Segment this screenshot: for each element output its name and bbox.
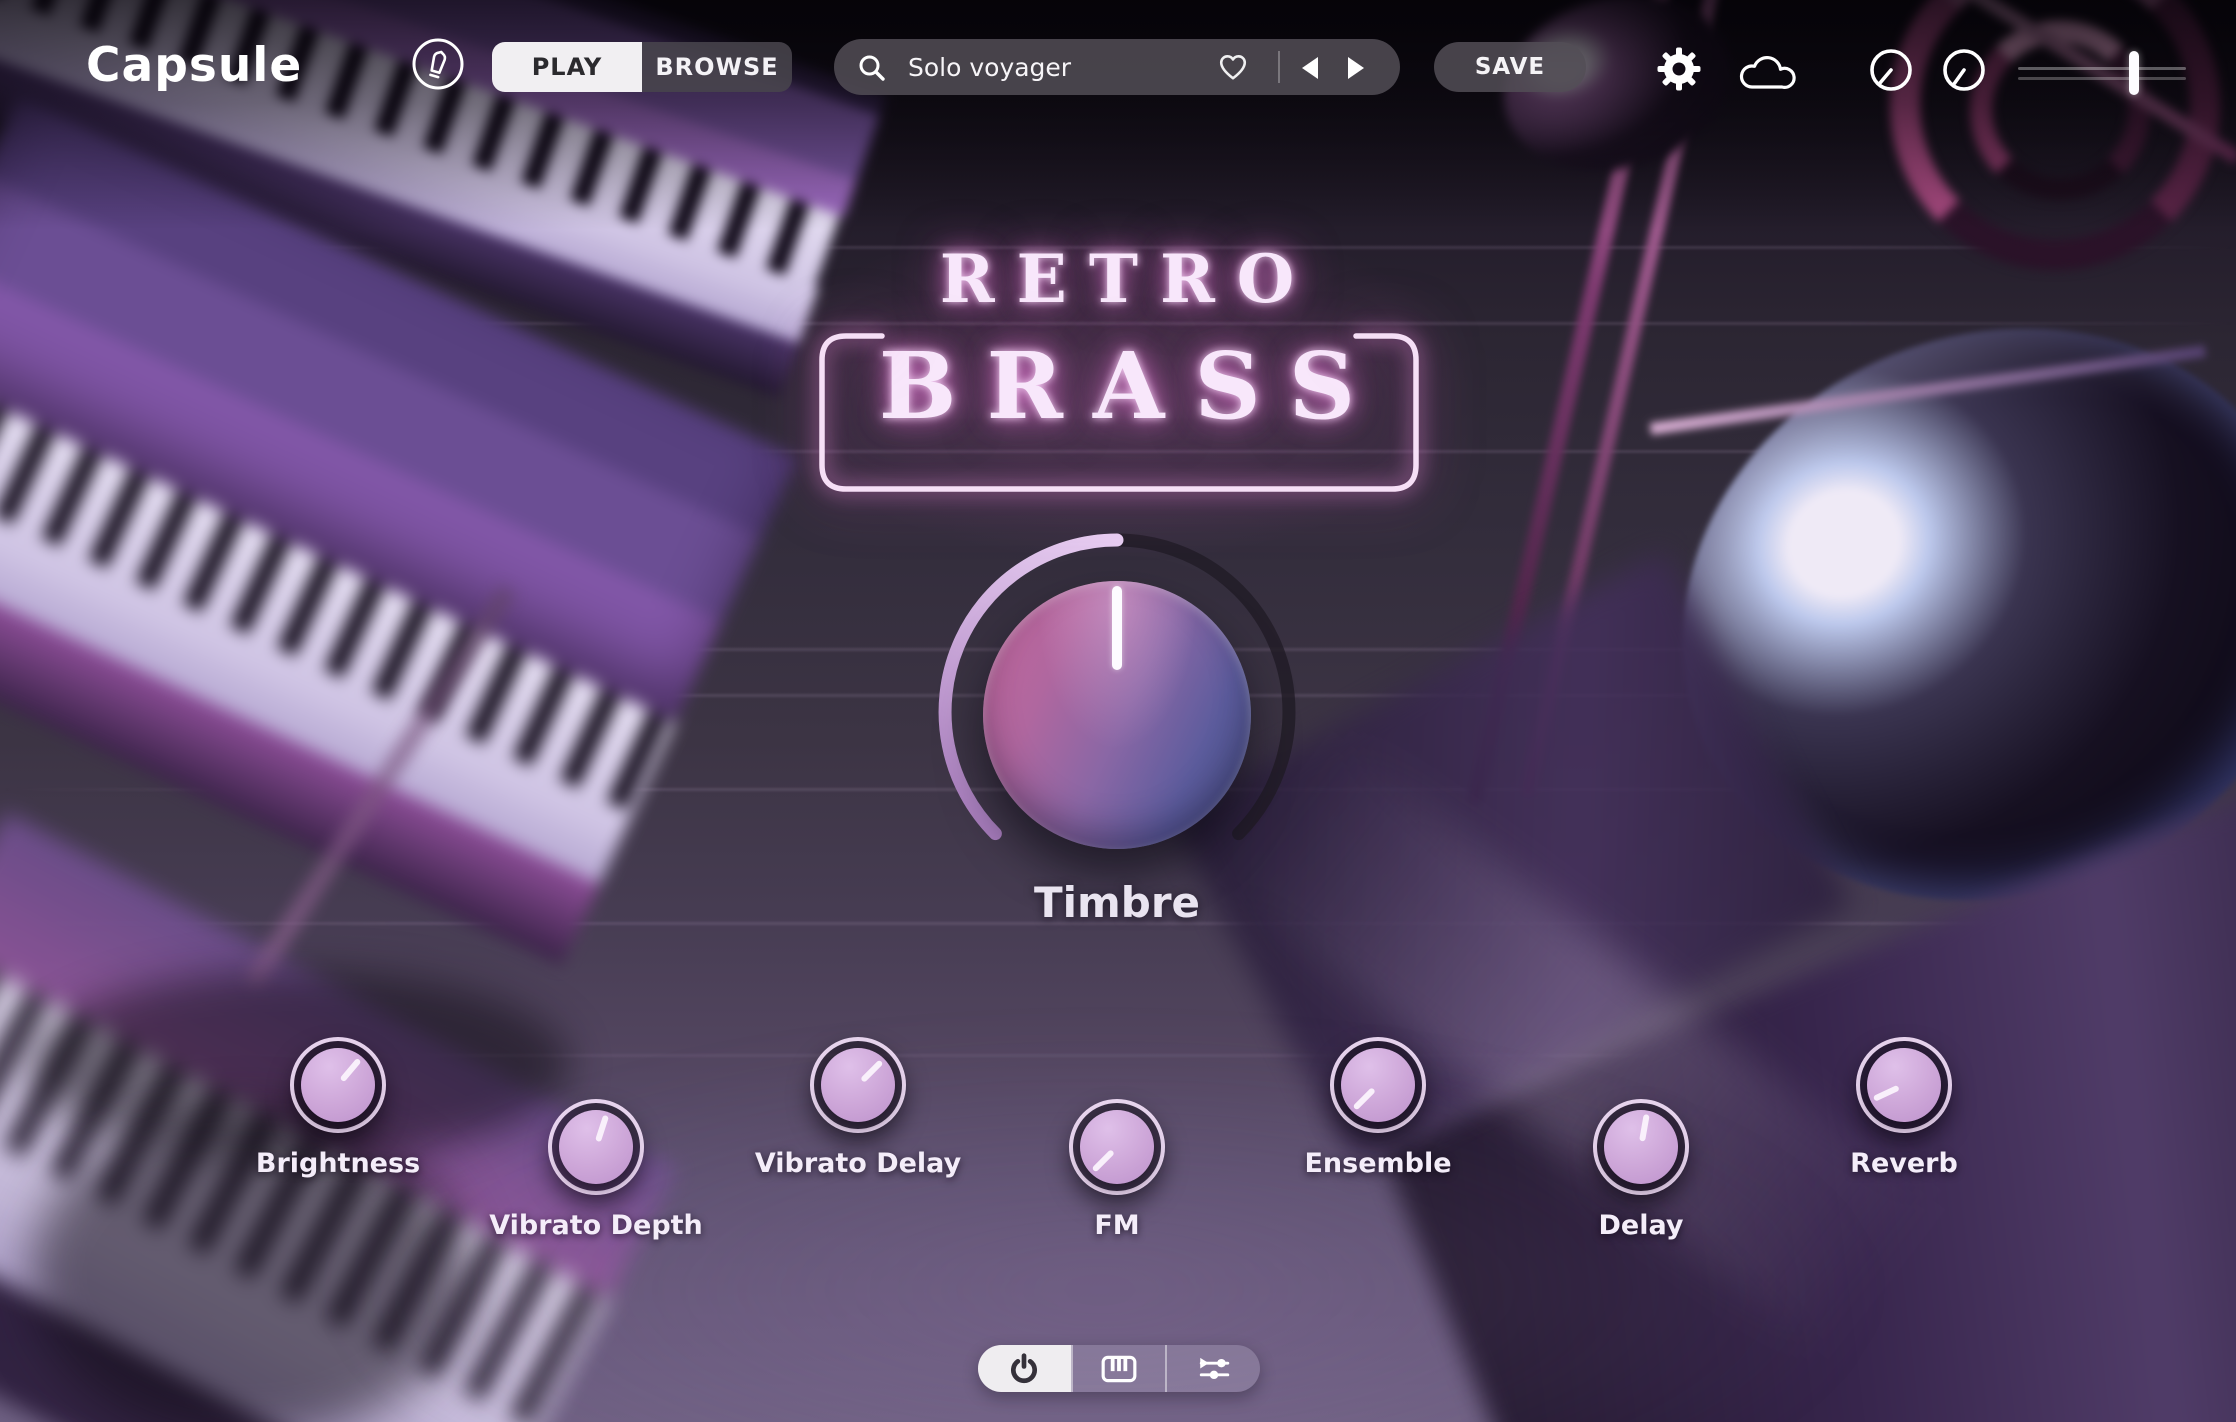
vibrato-delay-knob[interactable]	[810, 1037, 906, 1133]
ensemble-knob[interactable]	[1330, 1037, 1426, 1133]
timbre-knob[interactable]	[983, 581, 1251, 849]
reverb-knob-cap	[1867, 1048, 1941, 1122]
keyboard-icon	[1100, 1353, 1138, 1385]
macro-knob-b-icon[interactable]	[1940, 46, 1988, 94]
brightness-label: Brightness	[178, 1148, 498, 1179]
fm-pointer	[1065, 1095, 1170, 1200]
mixer-icon	[1196, 1353, 1232, 1385]
preset-name-field[interactable]: Solo voyager	[908, 39, 1071, 95]
next-preset-button[interactable]	[1348, 57, 1364, 79]
save-button[interactable]: SAVE	[1434, 42, 1586, 92]
ensemble-label: Ensemble	[1218, 1148, 1538, 1179]
vibrato-delay-pointer	[806, 1033, 911, 1138]
vibrato-delay-knob-cap	[821, 1048, 895, 1122]
brightness-knob[interactable]	[290, 1037, 386, 1133]
volume-track	[2018, 77, 2186, 80]
mode-mixer-button[interactable]	[1165, 1345, 1260, 1392]
brightness-knob-cap	[301, 1048, 375, 1122]
gear-icon settings-button[interactable]	[1656, 46, 1702, 92]
play-browse-tabs: PLAY BROWSE	[492, 42, 792, 92]
mode-keyboard-button[interactable]	[1071, 1345, 1166, 1392]
mode-power-button[interactable]	[978, 1345, 1071, 1392]
bg-light-streak	[1222, 736, 1938, 1354]
vibrato-delay-label: Vibrato Delay	[698, 1148, 1018, 1179]
pencil-icon	[410, 36, 466, 92]
preset-sign: RETRO BRASS	[817, 240, 1417, 440]
ensemble-knob-cap	[1341, 1048, 1415, 1122]
fm-label: FM	[957, 1210, 1277, 1241]
capsule-plugin-window: Capsule PLAY BROWSE Solo voyager	[0, 0, 2236, 1422]
timbre-label: Timbre	[967, 878, 1267, 927]
bg-keyboard-bottom-right	[1380, 779, 2236, 1422]
preset-sign-line1: RETRO	[817, 240, 1417, 318]
capsule-logo: Capsule	[86, 38, 302, 93]
delay-knob[interactable]	[1593, 1099, 1689, 1195]
top-bar: Capsule PLAY BROWSE Solo voyager	[0, 0, 2236, 134]
tab-play[interactable]: PLAY	[492, 42, 642, 92]
tab-browse[interactable]: BROWSE	[642, 42, 792, 92]
fm-knob-cap	[1080, 1110, 1154, 1184]
edit-preset-button[interactable]	[410, 36, 466, 92]
delay-knob-cap	[1604, 1110, 1678, 1184]
view-mode-switch	[978, 1345, 1260, 1392]
macro-knob-a-icon[interactable]	[1867, 46, 1915, 94]
fm-knob[interactable]	[1069, 1099, 1165, 1195]
reverb-knob[interactable]	[1856, 1037, 1952, 1133]
favorite-heart-icon[interactable]	[1218, 53, 1248, 81]
volume-handle[interactable]	[2129, 51, 2139, 95]
master-volume-slider[interactable]	[2018, 60, 2186, 86]
ensemble-pointer	[1326, 1033, 1431, 1138]
search-divider	[1278, 51, 1280, 83]
delay-pointer	[1598, 1104, 1684, 1190]
timbre-pointer	[983, 581, 1251, 849]
vibrato-depth-knob[interactable]	[548, 1099, 644, 1195]
reverb-pointer	[1855, 1036, 1953, 1134]
vibrato-depth-label: Vibrato Depth	[436, 1210, 756, 1241]
power-icon	[1008, 1353, 1040, 1385]
preset-search-bar[interactable]: Solo voyager	[834, 39, 1400, 95]
delay-label: Delay	[1481, 1210, 1801, 1241]
previous-preset-button[interactable]	[1302, 57, 1318, 79]
reverb-label: Reverb	[1744, 1148, 2064, 1179]
volume-track	[2018, 67, 2186, 70]
search-icon	[858, 54, 886, 82]
vibrato-depth-pointer	[549, 1100, 642, 1193]
vibrato-depth-knob-cap	[559, 1110, 633, 1184]
cloud-icon cloud-sync-button[interactable]	[1737, 50, 1797, 94]
neon-border-frame	[813, 330, 1421, 500]
bg-horn-bell	[1595, 227, 2236, 1012]
